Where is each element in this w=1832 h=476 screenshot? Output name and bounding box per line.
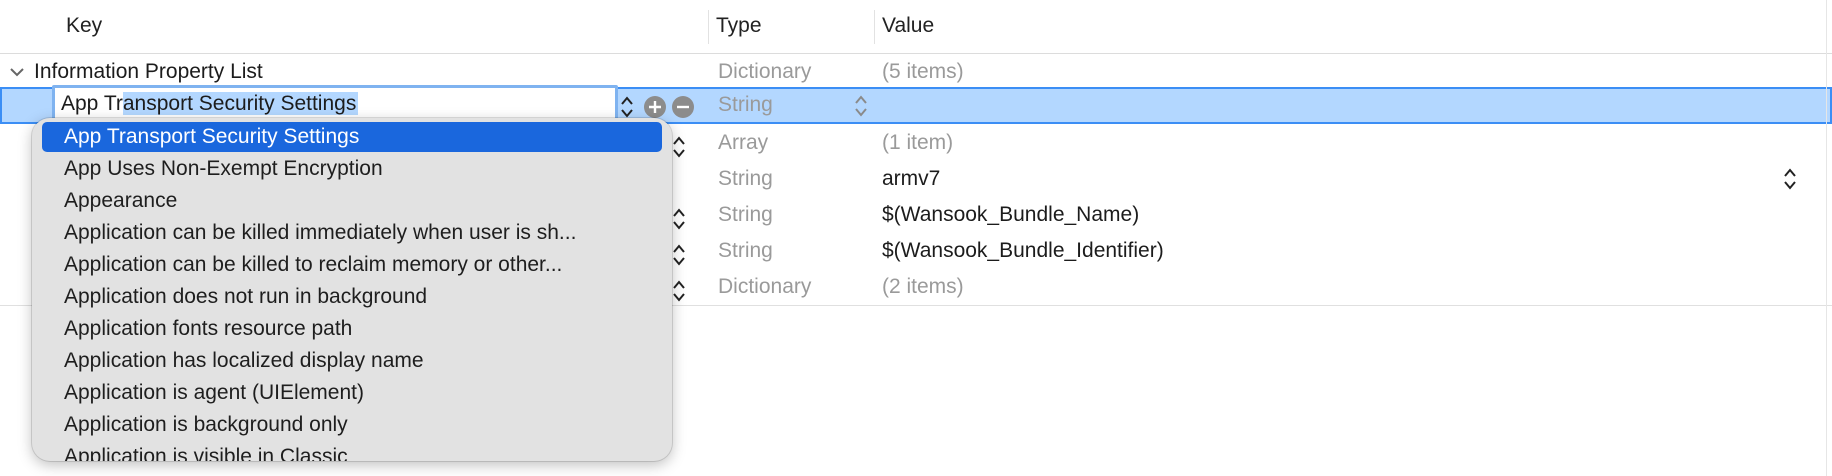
row-type[interactable]: Array xyxy=(718,125,768,161)
key-text-prefix: App Tr xyxy=(61,92,123,115)
add-icon[interactable] xyxy=(644,96,666,118)
remove-icon[interactable] xyxy=(672,96,694,118)
row-type[interactable]: Dictionary xyxy=(718,54,811,90)
stepper-icon[interactable] xyxy=(620,94,634,120)
column-divider[interactable] xyxy=(874,10,875,44)
row-type[interactable]: String xyxy=(718,87,773,123)
suggestion-item[interactable]: Application fonts resource path xyxy=(42,314,662,344)
row-value[interactable]: armv7 xyxy=(882,161,940,197)
key-column-header[interactable]: Key xyxy=(66,14,102,38)
row-value[interactable]: $(Wansook_Bundle_Name) xyxy=(882,197,1139,233)
suggestion-item[interactable]: Application does not run in background xyxy=(42,282,662,312)
type-column-header[interactable]: Type xyxy=(716,14,762,38)
row-value: (1 item) xyxy=(882,131,954,154)
suggestion-item[interactable]: Application has localized display name xyxy=(42,346,662,376)
stepper-icon[interactable] xyxy=(672,242,686,268)
suggestion-item[interactable]: App Uses Non-Exempt Encryption xyxy=(42,154,662,184)
value-column-header[interactable]: Value xyxy=(882,14,934,38)
stepper-icon[interactable] xyxy=(854,93,868,119)
key-suggestion-popup: App Transport Security Settings App Uses… xyxy=(32,118,672,461)
table-right-edge xyxy=(1826,0,1827,476)
stepper-icon[interactable] xyxy=(1783,166,1797,192)
key-edit-field[interactable]: App Transport Security Settings xyxy=(52,85,618,121)
suggestion-item[interactable]: Application can be killed immediately wh… xyxy=(42,218,662,248)
column-divider[interactable] xyxy=(708,10,709,44)
suggestion-item[interactable]: Application is background only xyxy=(42,410,662,440)
row-value: (2 items) xyxy=(882,275,964,298)
row-type[interactable]: Dictionary xyxy=(718,269,811,305)
row-type[interactable]: String xyxy=(718,197,773,233)
suggestion-item[interactable]: Application is visible in Classic xyxy=(42,442,662,461)
column-header: Key Type Value xyxy=(0,0,1832,54)
stepper-icon[interactable] xyxy=(672,278,686,304)
suggestion-item[interactable]: Application can be killed to reclaim mem… xyxy=(42,250,662,280)
stepper-icon[interactable] xyxy=(672,134,686,160)
row-type[interactable]: String xyxy=(718,233,773,269)
suggestion-item[interactable]: App Transport Security Settings xyxy=(42,122,662,152)
key-text-selection: ansport Security Settings xyxy=(122,92,359,115)
stepper-icon[interactable] xyxy=(672,206,686,232)
suggestion-item[interactable]: Application is agent (UIElement) xyxy=(42,378,662,408)
suggestion-item[interactable]: Appearance xyxy=(42,186,662,216)
row-value[interactable]: $(Wansook_Bundle_Identifier) xyxy=(882,233,1164,269)
row-type[interactable]: String xyxy=(718,161,773,197)
chevron-down-icon[interactable] xyxy=(6,54,28,90)
row-value: (5 items) xyxy=(882,60,964,83)
